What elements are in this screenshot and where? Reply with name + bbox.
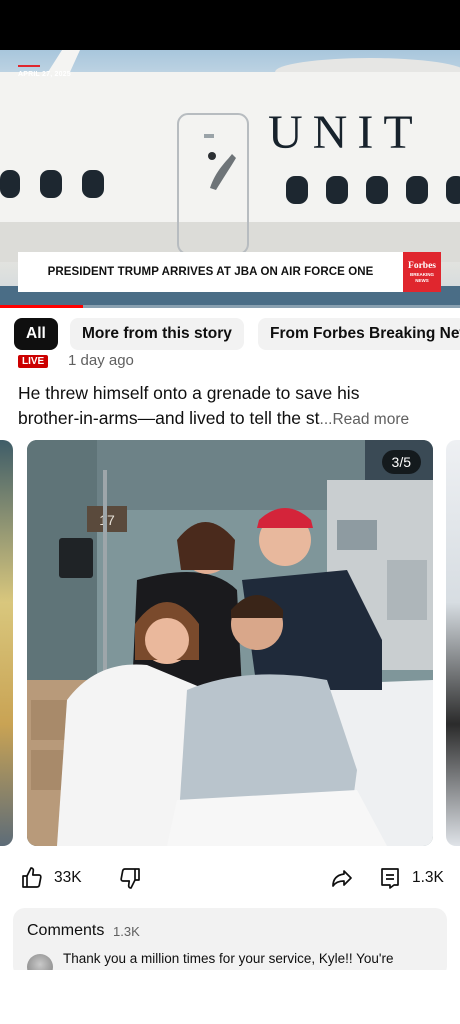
post-meta: LIVE 1 day ago (18, 352, 218, 370)
comments-count: 1.3K (113, 924, 140, 939)
previous-image-peek[interactable] (0, 440, 13, 846)
post-text[interactable]: He threw himself onto a grenade to save … (18, 381, 443, 432)
chip-more-from-this-story[interactable]: More from this story (70, 318, 244, 350)
image-counter: 3/5 (381, 450, 421, 474)
like-button[interactable]: 33K (20, 866, 82, 890)
bottom-area (0, 970, 460, 1024)
comments-teaser[interactable]: Comments 1.3K Thank you a million times … (13, 908, 447, 978)
dislike-button[interactable] (118, 866, 142, 890)
hospital-group-photo: 17 (27, 440, 433, 846)
comment-icon (381, 868, 399, 889)
svg-text:17: 17 (99, 512, 115, 528)
news-lower-third: PRESIDENT TRUMP ARRIVES AT JBA ON AIR FO… (18, 252, 441, 292)
chip-all[interactable]: All (14, 318, 58, 350)
date-accent-line (18, 65, 40, 67)
thumbs-down-icon (120, 868, 140, 889)
share-icon (332, 870, 352, 887)
next-image-peek[interactable] (446, 440, 460, 846)
image-carousel[interactable]: 17 (0, 440, 460, 846)
live-badge: LIVE (18, 355, 49, 368)
comments-button[interactable]: 1.3K (378, 866, 444, 890)
chip-from-forbes-breaking-news[interactable]: From Forbes Breaking News (258, 318, 460, 350)
share-button[interactable] (330, 866, 354, 890)
svg-text:UNIT: UNIT (268, 106, 423, 159)
post-time: 1 day ago (68, 352, 134, 369)
comments-title: Comments (27, 922, 105, 939)
like-count: 33K (54, 869, 82, 886)
read-more-link[interactable]: ...Read more (320, 411, 410, 428)
comment-count: 1.3K (412, 869, 444, 886)
post-image[interactable]: 17 (27, 440, 433, 846)
video-player[interactable]: UNIT APRIL 27, 2025 PRESIDENT TRUMP ARRI… (0, 50, 460, 308)
action-bar: 33K 1.3K (0, 860, 460, 898)
post-text-line: brother-in-arms—and lived to tell the st… (18, 408, 410, 428)
status-bar (0, 0, 460, 50)
forbes-breaking-news-logo: Forbes BREAKING NEWS (403, 252, 441, 292)
video-headline: PRESIDENT TRUMP ARRIVES AT JBA ON AIR FO… (47, 266, 374, 278)
video-date: APRIL 27, 2025 (18, 71, 71, 78)
thumbs-up-icon (22, 867, 42, 888)
top-comment-text: Thank you a million times for your servi… (63, 951, 394, 966)
post-text-line: He threw himself onto a grenade to save … (18, 383, 360, 403)
